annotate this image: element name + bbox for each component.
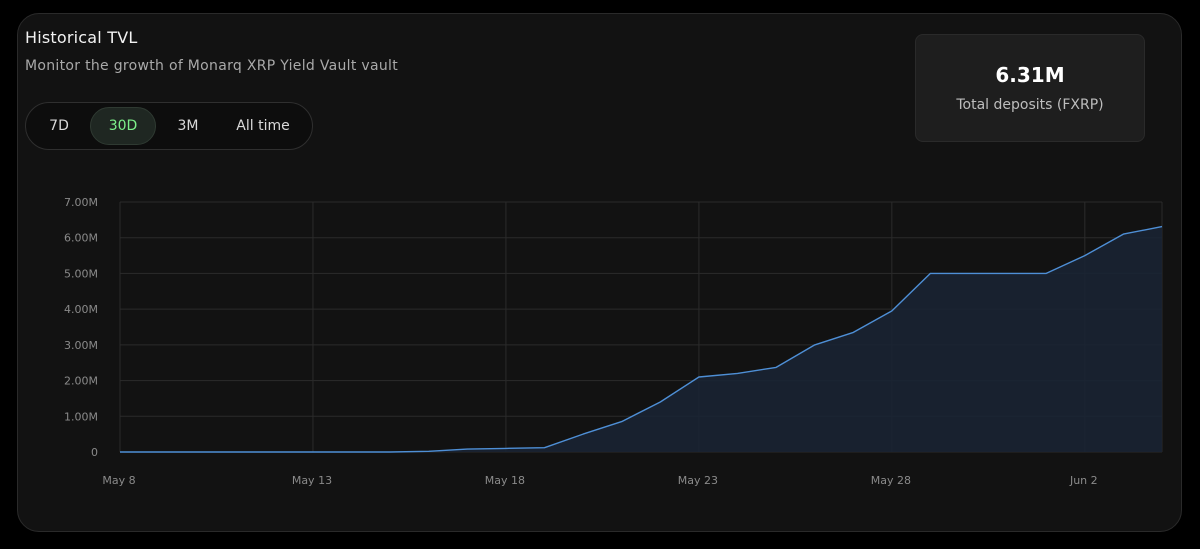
tab-3m[interactable]: 3M: [160, 107, 216, 145]
total-deposits-value: 6.31M: [995, 63, 1065, 87]
tab-30d[interactable]: 30D: [90, 107, 156, 145]
total-deposits-label: Total deposits (FXRP): [956, 97, 1104, 113]
tab-7d[interactable]: 7D: [31, 107, 87, 145]
time-range-tabs: 7D 30D 3M All time: [25, 102, 313, 150]
chart-title: Historical TVL: [25, 28, 138, 47]
chart-subtitle: Monitor the growth of Monarq XRP Yield V…: [25, 58, 399, 74]
total-deposits-stat: 6.31M Total deposits (FXRP): [915, 34, 1145, 142]
tab-all-time[interactable]: All time: [222, 107, 304, 145]
